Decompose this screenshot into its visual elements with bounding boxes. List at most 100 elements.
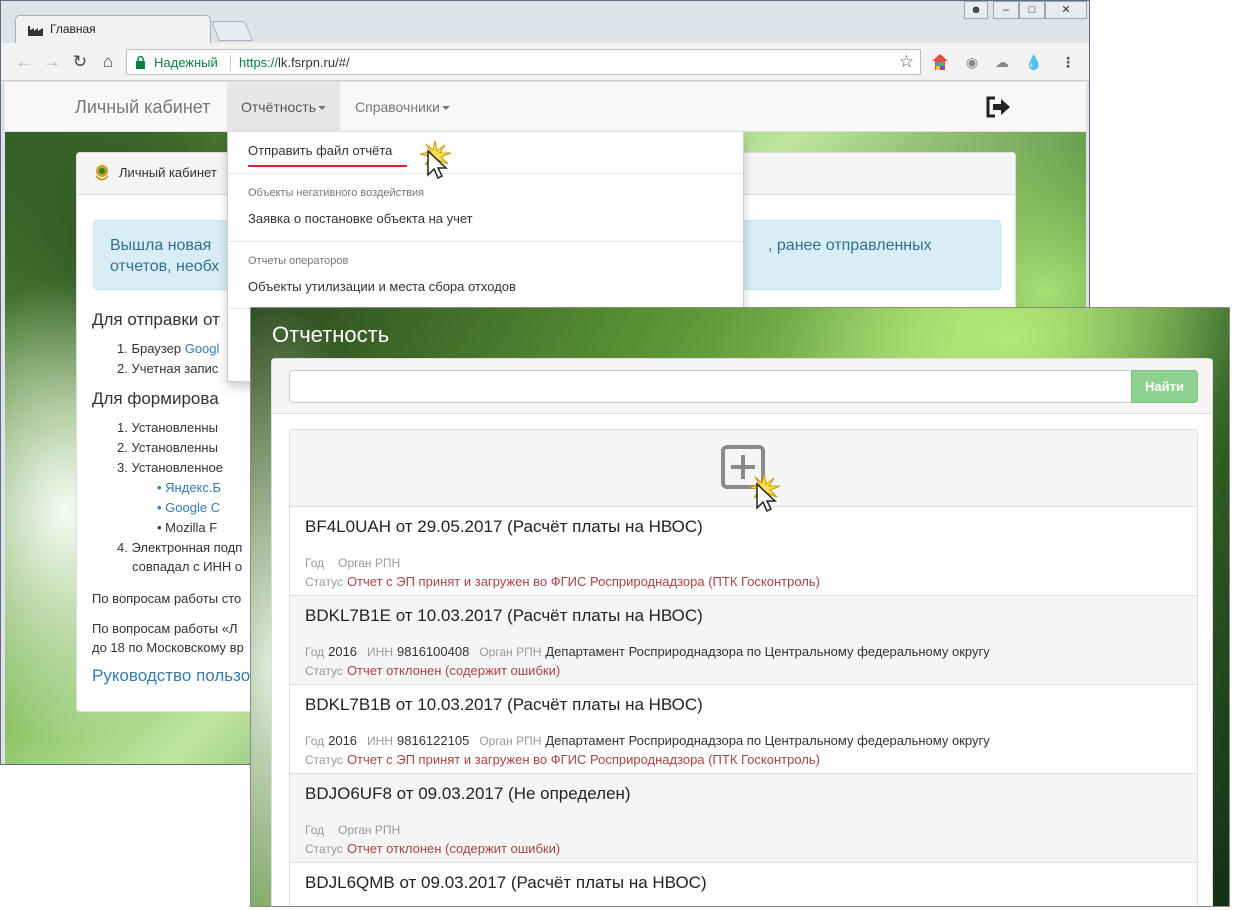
click-cursor-icon	[419, 140, 452, 179]
report-meta: Год 2016 ИНН 9816100408 Орган РПН Департамент…	[305, 644, 1000, 659]
caret-down-icon	[318, 106, 327, 111]
status-label: Статус	[305, 575, 343, 589]
status-value: Отчет отклонен (содержит ошибки)	[346, 663, 561, 678]
organ-label: Орган РПН	[338, 556, 401, 570]
search-row: Найти	[272, 359, 1212, 414]
report-meta: Год 2016 ИНН 9816122105 Орган РПН Департамент…	[305, 733, 1000, 748]
report-title: BDKL7B1E от 10.03.2017 (Расчёт платы на …	[305, 606, 703, 625]
home-icon[interactable]: ⌂	[97, 51, 119, 73]
organ-label: Орган РПН	[479, 734, 542, 748]
user-guide-link[interactable]: Руководство пользо	[92, 666, 250, 686]
nav-reports-label: Отчётность	[241, 99, 317, 115]
site-navbar: Личный кабинет Отчётность Справочники	[5, 82, 1086, 132]
year-label: Год	[305, 734, 325, 748]
address-bar[interactable]: Надежный https://lk.fsrpn.ru/#/ ☆	[126, 49, 921, 75]
inn-label: ИНН	[367, 734, 393, 748]
maximize-icon[interactable]: □	[1019, 1, 1045, 19]
send-item-2: 2. Учетная запис	[117, 361, 219, 376]
form-item-4-line1: 4. Электронная подп	[117, 540, 243, 555]
nav-references-label: Справочники	[355, 99, 440, 115]
status-value: Отчет отклонен (содержит ошибки)	[346, 841, 561, 856]
year-label: Год	[305, 823, 325, 837]
nav-references-menu[interactable]: Справочники	[355, 99, 450, 115]
browser-toolbar: ← → ↻ ⌂ Надежный https://lk.fsrpn.ru/#/ …	[1, 43, 1089, 81]
send-item-1-text: 1. Браузер	[117, 341, 182, 356]
url-text[interactable]: https://lk.fsrpn.ru/#/	[239, 55, 350, 70]
browser-link-google[interactable]: • Google C	[157, 500, 220, 515]
back-arrow-icon[interactable]: ←	[13, 51, 35, 73]
report-status: Статус Отчет с ЭП принят и загружен во ФГ…	[305, 752, 820, 767]
home-panel-title: Личный кабинет	[119, 165, 217, 180]
menu-item-send-file[interactable]: Отправить файл отчёта	[248, 143, 392, 158]
form-requirements-heading: Для формирова	[92, 389, 219, 408]
year-value: 2016	[328, 733, 358, 748]
form-item-2: 2. Установленны	[117, 440, 218, 455]
close-icon[interactable]: ✕	[1045, 1, 1087, 19]
caret-down-icon	[441, 106, 450, 111]
inn-label: ИНН	[367, 645, 393, 659]
extension-house-icon[interactable]	[931, 53, 949, 71]
organ-value: Департамент Росприроднадзора по Централь…	[545, 733, 990, 748]
status-label: Статус	[305, 664, 343, 678]
report-item[interactable]: BDJL6QMB от 09.03.2017 (Расчёт платы на …	[290, 863, 1197, 906]
search-input[interactable]	[289, 370, 1132, 403]
report-title: BF4L0UAH от 29.05.2017 (Расчёт платы на …	[305, 517, 703, 536]
report-title: BDKL7B1B от 10.03.2017 (Расчёт платы на …	[305, 695, 703, 714]
emblem-icon	[95, 165, 109, 181]
browser-item-mozilla: • Mozilla F	[157, 520, 218, 535]
report-item[interactable]: BF4L0UAH от 29.05.2017 (Расчёт платы на …	[290, 507, 1197, 596]
google-link[interactable]: Googl	[185, 341, 220, 356]
browser-link-yandex[interactable]: • Яндекс.Б	[157, 480, 221, 495]
report-item[interactable]: BDKL7B1E от 10.03.2017 (Расчёт платы на …	[290, 596, 1197, 685]
alert-line1-end: , ранее отправленных	[768, 237, 932, 254]
report-status: Статус Отчет отклонен (содержит ошибки)	[305, 841, 560, 856]
send-requirements-heading: Для отправки от	[92, 310, 220, 329]
report-item[interactable]: BDJO6UF8 от 09.03.2017 (Не определен) Го…	[290, 774, 1197, 863]
minimize-icon[interactable]: –	[993, 1, 1019, 19]
drop-icon[interactable]: 💧	[1025, 53, 1043, 71]
browser-link-yandex-text: Яндекс.Б	[165, 480, 222, 495]
browser-tab-active[interactable]: Главная	[15, 15, 211, 43]
status-label: Статус	[305, 842, 343, 856]
support-text-2b: до 18 по Московскому вр	[92, 640, 244, 655]
organ-label: Орган РПН	[338, 823, 401, 837]
support-text-2a: По вопросам работы «Л	[92, 621, 238, 636]
lock-icon	[136, 55, 145, 69]
status-label: Статус	[305, 753, 343, 767]
user-icon[interactable]: ☻	[964, 1, 988, 19]
menu-header-operators: Отчеты операторов	[248, 255, 349, 267]
bookmark-star-icon[interactable]: ☆	[899, 52, 914, 72]
extension-disc-icon[interactable]: ◉	[963, 53, 981, 71]
inn-value: 9816122105	[397, 733, 470, 748]
factory-icon	[28, 26, 43, 36]
search-button[interactable]: Найти	[1131, 370, 1198, 403]
menu-item-utilization[interactable]: Объекты утилизации и места сбора отходов	[248, 279, 516, 294]
inn-value: 9816100408	[397, 644, 470, 659]
form-item-1: 1. Установленны	[117, 420, 218, 435]
year-value: 2016	[328, 644, 358, 659]
report-status: Статус Отчет отклонен (содержит ошибки)	[305, 663, 560, 678]
report-item[interactable]: BDKL7B1B от 10.03.2017 (Расчёт платы на …	[290, 685, 1197, 774]
organ-label: Орган РПН	[479, 645, 542, 659]
menu-item-registration[interactable]: Заявка о постановке объекта на учет	[248, 211, 473, 226]
browser-menu-icon[interactable]: ⋮	[1059, 53, 1077, 71]
form-item-3: 3. Установленное	[117, 460, 224, 475]
report-meta: Год Орган РПН	[305, 822, 414, 837]
nav-reports-menu[interactable]: Отчётность	[227, 82, 340, 132]
browser-tab-title: Главная	[50, 22, 96, 36]
new-tab-button[interactable]	[210, 21, 254, 41]
site-brand[interactable]: Личный кабинет	[75, 97, 210, 118]
status-value: Отчет с ЭП принят и загружен во ФГИС Рос…	[346, 574, 820, 589]
support-text-1: По вопросам работы сто	[92, 591, 242, 606]
logout-icon[interactable]	[985, 96, 1011, 118]
organ-value: Департамент Росприроднадзора по Централь…	[545, 644, 990, 659]
click-cursor-icon	[748, 473, 781, 512]
reload-icon[interactable]: ↻	[69, 51, 91, 73]
cloud-icon[interactable]: ☁	[993, 53, 1011, 71]
year-label: Год	[305, 556, 325, 570]
form-item-4-line2: совпадал с ИНН о	[132, 559, 243, 574]
year-label: Год	[305, 645, 325, 659]
url-rest: lk.fsrpn.ru/#/	[278, 55, 350, 70]
forward-arrow-icon[interactable]: →	[41, 51, 63, 73]
browser-link-google-text: Google C	[165, 500, 221, 515]
